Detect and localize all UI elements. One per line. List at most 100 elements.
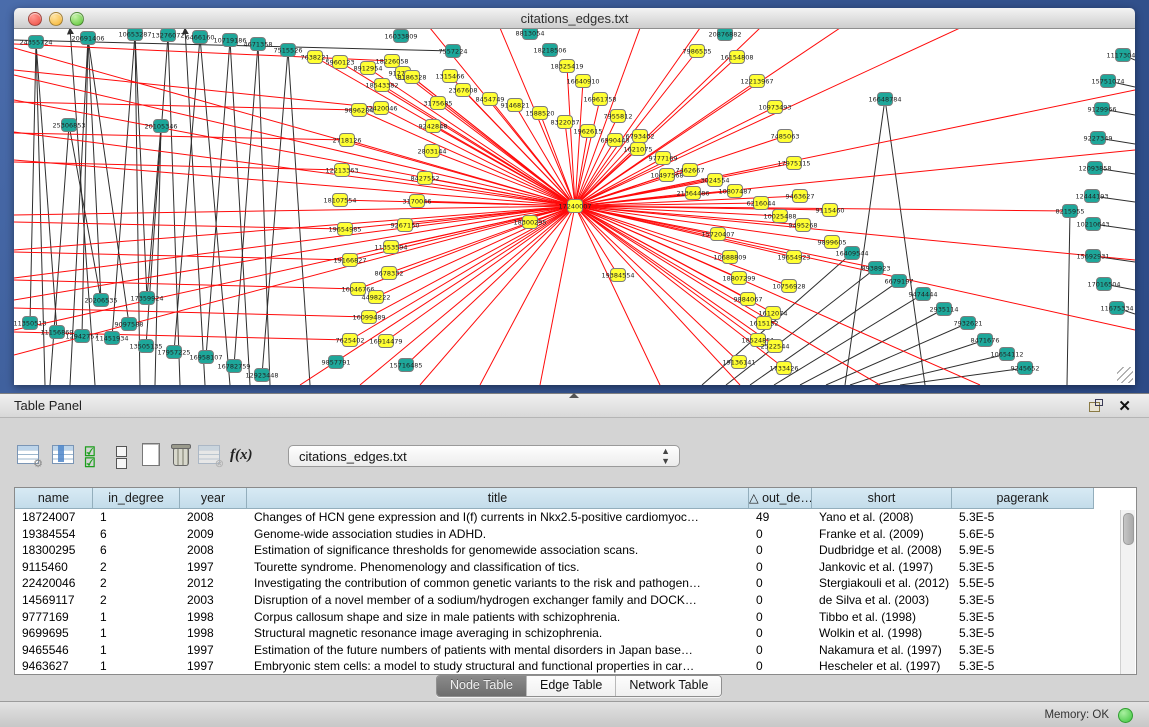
graph-edge[interactable] [480, 206, 575, 385]
table-cell[interactable]: 1997 [180, 658, 247, 675]
graph-node[interactable]: 10807487 [718, 185, 751, 198]
table-cell[interactable]: Jankovic et al. (1997) [812, 559, 952, 576]
graph-node[interactable]: 15692931 [1076, 250, 1109, 263]
graph-node[interactable]: 15751074 [1091, 75, 1124, 88]
graph-node[interactable]: 10653287 [118, 29, 151, 41]
table-cell[interactable]: Corpus callosum shape and size in male p… [247, 609, 749, 626]
graph-node[interactable]: 2367608 [449, 84, 478, 97]
table-cell[interactable]: Tibbo et al. (1998) [812, 609, 952, 626]
table-cell[interactable]: Embryonic stem cells: a model to study s… [247, 658, 749, 675]
table-cell[interactable]: 1998 [180, 609, 247, 626]
float-panel-icon[interactable] [1089, 399, 1103, 412]
graph-node[interactable]: 16409544 [835, 247, 868, 260]
table-cell[interactable]: 5.3E-5 [952, 658, 1094, 675]
graph-node[interactable]: 8938923 [862, 262, 891, 275]
table-cell[interactable]: Stergiakouli et al. (2012) [812, 575, 952, 592]
table-cell[interactable]: Structural magnetic resonance image aver… [247, 625, 749, 642]
graph-node[interactable]: 12923448 [245, 369, 278, 382]
table-cell[interactable]: 0 [749, 642, 812, 659]
delete-column-icon[interactable] [168, 442, 194, 468]
graph-edge[interactable] [885, 99, 925, 385]
table-cell[interactable]: 6 [93, 542, 180, 559]
table-cell[interactable]: 5.3E-5 [952, 642, 1094, 659]
table-cell[interactable]: 2008 [180, 542, 247, 559]
graph-node[interactable]: 16640910 [566, 75, 599, 88]
graph-node[interactable]: 17359924 [130, 292, 163, 305]
graph-edge[interactable] [230, 40, 250, 385]
graph-node[interactable]: 18543382 [365, 79, 398, 92]
vertical-scrollbar[interactable] [1120, 510, 1135, 674]
table-cell[interactable]: 14569117 [15, 592, 93, 609]
table-cell[interactable]: 2 [93, 592, 180, 609]
table-cell[interactable]: 9115460 [15, 559, 93, 576]
table-cell[interactable]: 19384554 [15, 526, 93, 543]
table-cell[interactable]: Tourette syndrome. Phenomenology and cla… [247, 559, 749, 576]
graph-edge[interactable] [174, 37, 200, 352]
graph-edge[interactable] [14, 70, 381, 108]
graph-edge[interactable] [206, 40, 230, 357]
column-header-pagerank[interactable]: pagerank [952, 488, 1094, 509]
network-window-titlebar[interactable]: citations_edges.txt [14, 8, 1135, 29]
graph-edge[interactable] [575, 29, 960, 206]
network-graph[interactable]: 2435572420691406106532871327607264661601… [14, 29, 1135, 385]
graph-node[interactable]: 1962615 [574, 125, 603, 138]
graph-node[interactable]: 20105346 [144, 120, 177, 133]
table-cell[interactable]: 0 [749, 658, 812, 675]
network-canvas[interactable]: 2435572420691406106532871327607264661601… [14, 29, 1135, 385]
graph-node[interactable]: 3170046 [403, 195, 432, 208]
graph-node[interactable]: 9777169 [649, 152, 678, 165]
graph-edge[interactable] [900, 368, 1025, 385]
graph-node[interactable]: 7986535 [683, 45, 712, 58]
graph-edge[interactable] [420, 206, 575, 385]
graph-node[interactable]: 11675334 [1100, 302, 1133, 315]
graph-edge[interactable] [36, 42, 57, 332]
graph-node[interactable]: 11451934 [95, 332, 128, 345]
graph-node[interactable]: 8471676 [971, 334, 1000, 347]
column-visibility-icon[interactable] [51, 442, 77, 468]
table-cell[interactable]: 1997 [180, 642, 247, 659]
graph-node[interactable]: 10719186 [213, 34, 246, 47]
graph-node[interactable]: 5960123 [326, 56, 355, 69]
graph-node[interactable]: 12942757 [65, 330, 98, 343]
graph-node[interactable]: 12213967 [740, 75, 773, 88]
table-cell[interactable]: 18724007 [15, 509, 93, 526]
graph-node[interactable]: 10973493 [758, 101, 791, 114]
graph-node[interactable]: 2803144 [418, 145, 447, 158]
graph-node[interactable]: 4498222 [362, 291, 391, 304]
table-selector-dropdown[interactable]: citations_edges.txt ▲▼ [288, 445, 680, 467]
table-cell[interactable]: 1 [93, 658, 180, 675]
table-row[interactable]: 1830029562008Estimation of significance … [15, 542, 1136, 559]
graph-node[interactable]: 9495268 [789, 219, 818, 232]
graph-node[interactable]: 16961758 [583, 93, 616, 106]
graph-node[interactable]: 6679197 [885, 275, 914, 288]
graph-node[interactable]: 8215955 [1056, 205, 1085, 218]
graph-node[interactable]: 6466160 [186, 31, 215, 44]
table-cell[interactable]: 5.3E-5 [952, 559, 1094, 576]
table-cell[interactable]: Yano et al. (2008) [812, 509, 952, 526]
table-row[interactable]: 2242004622012Investigating the contribut… [15, 575, 1136, 592]
graph-edge[interactable] [14, 206, 575, 300]
table-cell[interactable]: 2009 [180, 526, 247, 543]
graph-edge[interactable] [540, 206, 575, 385]
graph-edge[interactable] [185, 29, 205, 385]
table-cell[interactable]: 9463627 [15, 658, 93, 675]
graph-node[interactable]: 18218506 [533, 44, 566, 57]
graph-edge[interactable] [14, 206, 575, 215]
graph-node[interactable]: 8427552 [411, 172, 440, 185]
table-row[interactable]: 1938455462009Genome-wide association stu… [15, 526, 1136, 543]
graph-edge[interactable] [1067, 211, 1070, 385]
graph-node[interactable]: 3024554 [701, 174, 730, 187]
graph-edge[interactable] [200, 37, 230, 385]
table-cell[interactable]: 0 [749, 609, 812, 626]
graph-edge[interactable] [567, 66, 575, 206]
graph-node[interactable]: 1315466 [436, 70, 465, 83]
graph-edge[interactable] [14, 162, 342, 170]
table-cell[interactable]: 9699695 [15, 625, 93, 642]
table-mode-icon[interactable]: ⚙ [16, 442, 42, 468]
table-cell[interactable]: Disruption of a novel member of a sodium… [247, 592, 749, 609]
function-builder-icon[interactable]: f(x) [230, 447, 256, 473]
close-panel-icon[interactable]: ✕ [1118, 397, 1131, 415]
graph-node[interactable]: 6793402 [626, 130, 655, 143]
scrollbar-thumb[interactable] [1123, 513, 1134, 545]
table-cell[interactable]: 0 [749, 575, 812, 592]
